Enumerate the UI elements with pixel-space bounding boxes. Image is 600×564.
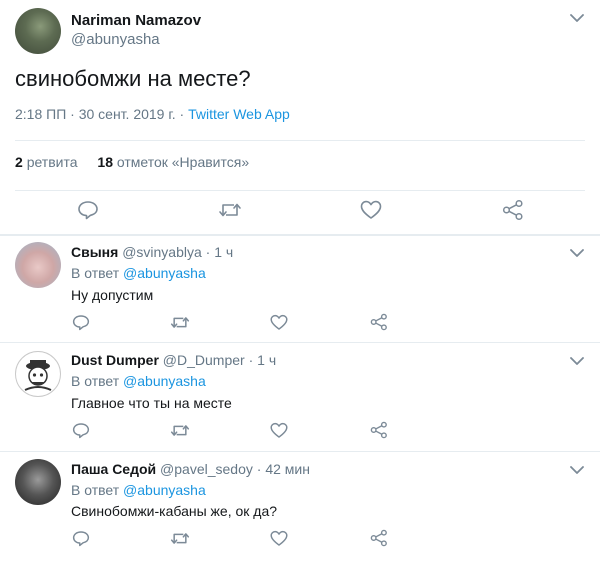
avatar[interactable]	[15, 8, 61, 54]
tweet-source-link[interactable]: Twitter Web App	[188, 106, 290, 122]
main-tweet: Nariman Namazov @abunyasha свинобомжи на…	[0, 0, 600, 236]
reply-time[interactable]: 1 ч	[257, 352, 276, 368]
retweet-icon[interactable]	[170, 423, 190, 438]
reply-author-name[interactable]: Dust Dumper	[71, 352, 159, 368]
retweet-stat[interactable]: 2 ретвита	[15, 154, 78, 170]
tweet-timestamp: 2:18 ПП · 30 сент. 2019 г. · Twitter Web…	[15, 106, 290, 122]
chevron-down-icon[interactable]	[570, 13, 584, 23]
reply-author-handle[interactable]: @D_Dumper	[163, 352, 245, 368]
separator: ·	[252, 461, 266, 477]
reply-icon[interactable]	[72, 530, 90, 547]
share-icon[interactable]	[370, 529, 388, 547]
in-reply-to: В ответ @abunyasha	[71, 482, 206, 498]
reply-header: Свыня @svinyablya · 1 ч	[71, 244, 233, 260]
separator: ·	[244, 352, 258, 368]
in-reply-label: В ответ	[71, 482, 124, 498]
chevron-down-icon[interactable]	[570, 356, 584, 366]
reply-icon[interactable]	[72, 314, 90, 331]
like-icon[interactable]	[270, 530, 288, 547]
reply-text: Главное что ты на месте	[71, 395, 232, 411]
reply-header: Паша Седой @pavel_sedoy · 42 мин	[71, 461, 310, 477]
author-name[interactable]: Nariman Namazov	[71, 12, 201, 29]
retweet-icon[interactable]	[170, 315, 190, 330]
avatar[interactable]	[15, 459, 61, 505]
in-reply-label: В ответ	[71, 373, 124, 389]
tweet-stats: 2 ретвита 18 отметок «Нравится»	[15, 154, 249, 170]
share-icon[interactable]	[370, 421, 388, 439]
in-reply-link[interactable]: @abunyasha	[123, 482, 206, 498]
in-reply-link[interactable]: @abunyasha	[123, 265, 206, 281]
reply-icon[interactable]	[77, 200, 99, 220]
divider	[15, 190, 585, 191]
reply-text: Ну допустим	[71, 287, 154, 303]
reply-icon[interactable]	[72, 422, 90, 439]
like-icon[interactable]	[360, 200, 382, 220]
divider	[15, 140, 585, 141]
like-label: отметок «Нравится»	[116, 154, 250, 170]
retweet-count: 2	[15, 154, 23, 170]
tweet-time[interactable]: 2:18 ПП · 30 сент. 2019 г. ·	[15, 106, 188, 122]
retweet-label: ретвита	[26, 154, 78, 170]
share-icon[interactable]	[370, 313, 388, 331]
avatar[interactable]	[15, 351, 61, 397]
reply-tweet[interactable]: Паша Седой @pavel_sedoy · 42 мин В ответ…	[0, 452, 600, 564]
in-reply-link[interactable]: @abunyasha	[123, 373, 206, 389]
like-icon[interactable]	[270, 422, 288, 439]
in-reply-to: В ответ @abunyasha	[71, 265, 206, 281]
reply-author-handle[interactable]: @pavel_sedoy	[160, 461, 253, 477]
reply-text: Свинобомжи-кабаны же, ок да?	[71, 503, 278, 519]
reply-time[interactable]: 1 ч	[214, 244, 233, 260]
chevron-down-icon[interactable]	[570, 248, 584, 258]
reply-header: Dust Dumper @D_Dumper · 1 ч	[71, 352, 276, 368]
reply-tweet[interactable]: Dust Dumper @D_Dumper · 1 ч В ответ @abu…	[0, 343, 600, 451]
reply-author-name[interactable]: Свыня	[71, 244, 118, 260]
separator: ·	[201, 244, 215, 260]
reply-author-handle[interactable]: @svinyablya	[122, 244, 202, 260]
author-handle[interactable]: @abunyasha	[71, 31, 160, 48]
chevron-down-icon[interactable]	[570, 465, 584, 475]
share-icon[interactable]	[502, 199, 524, 221]
avatar-drawing	[24, 360, 52, 391]
like-count: 18	[97, 154, 113, 170]
retweet-icon[interactable]	[170, 531, 190, 546]
like-icon[interactable]	[270, 314, 288, 331]
reply-author-name[interactable]: Паша Седой	[71, 461, 156, 477]
avatar[interactable]	[15, 242, 61, 288]
tweet-text: свинобомжи на месте?	[15, 66, 251, 91]
like-stat[interactable]: 18 отметок «Нравится»	[97, 154, 249, 170]
retweet-icon[interactable]	[218, 201, 242, 219]
reply-tweet[interactable]: Свыня @svinyablya · 1 ч В ответ @abunyas…	[0, 236, 600, 342]
in-reply-to: В ответ @abunyasha	[71, 373, 206, 389]
reply-time[interactable]: 42 мин	[265, 461, 310, 477]
in-reply-label: В ответ	[71, 265, 124, 281]
